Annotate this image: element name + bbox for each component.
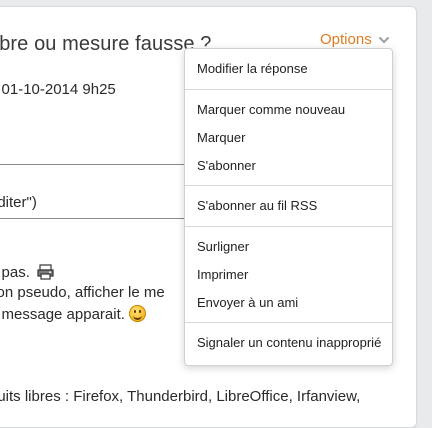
post-line-3-text: u message apparait. <box>0 306 125 323</box>
printer-icon <box>37 264 54 280</box>
menu-divider <box>185 185 392 186</box>
quote-bottom-divider <box>0 218 189 219</box>
options-dropdown-menu: Modifier la réponse Marquer comme nouvea… <box>184 48 393 366</box>
post-line-1: e pas. <box>0 264 54 281</box>
signature-line: duits libres : Firefox, Thunderbird, Lib… <box>0 388 361 405</box>
post-line-3: u message apparait. <box>0 305 146 323</box>
post-line-2: son pseudo, afficher le me <box>0 284 165 301</box>
quote-top-divider <box>0 164 189 165</box>
menu-item-signaler[interactable]: Signaler un contenu inapproprié <box>185 332 392 354</box>
post-line-1-text: e pas. <box>0 264 30 281</box>
menu-divider <box>185 226 392 227</box>
topic-title: fibre ou mesure fausse ? <box>0 33 212 55</box>
menu-item-imprimer[interactable]: Imprimer <box>185 264 392 286</box>
menu-divider <box>185 89 392 90</box>
quote-text: editer") <box>0 194 37 211</box>
chevron-down-icon <box>378 36 389 43</box>
smiley-icon <box>128 305 146 322</box>
menu-item-envoyer-ami[interactable]: Envoyer à un ami <box>185 292 392 314</box>
post-date: é 01-10-2014 9h25 <box>0 81 116 98</box>
menu-item-sabonner[interactable]: S'abonner <box>185 155 392 177</box>
menu-divider <box>185 322 392 323</box>
menu-item-surligner[interactable]: Surligner <box>185 236 392 258</box>
menu-item-modifier-reponse[interactable]: Modifier la réponse <box>185 58 392 80</box>
menu-item-marquer[interactable]: Marquer <box>185 127 392 149</box>
menu-item-marquer-nouveau[interactable]: Marquer comme nouveau <box>185 99 392 121</box>
options-button[interactable]: Options <box>320 31 390 48</box>
menu-item-sabonner-rss[interactable]: S'abonner au fil RSS <box>185 195 392 217</box>
options-label: Options <box>320 31 372 48</box>
